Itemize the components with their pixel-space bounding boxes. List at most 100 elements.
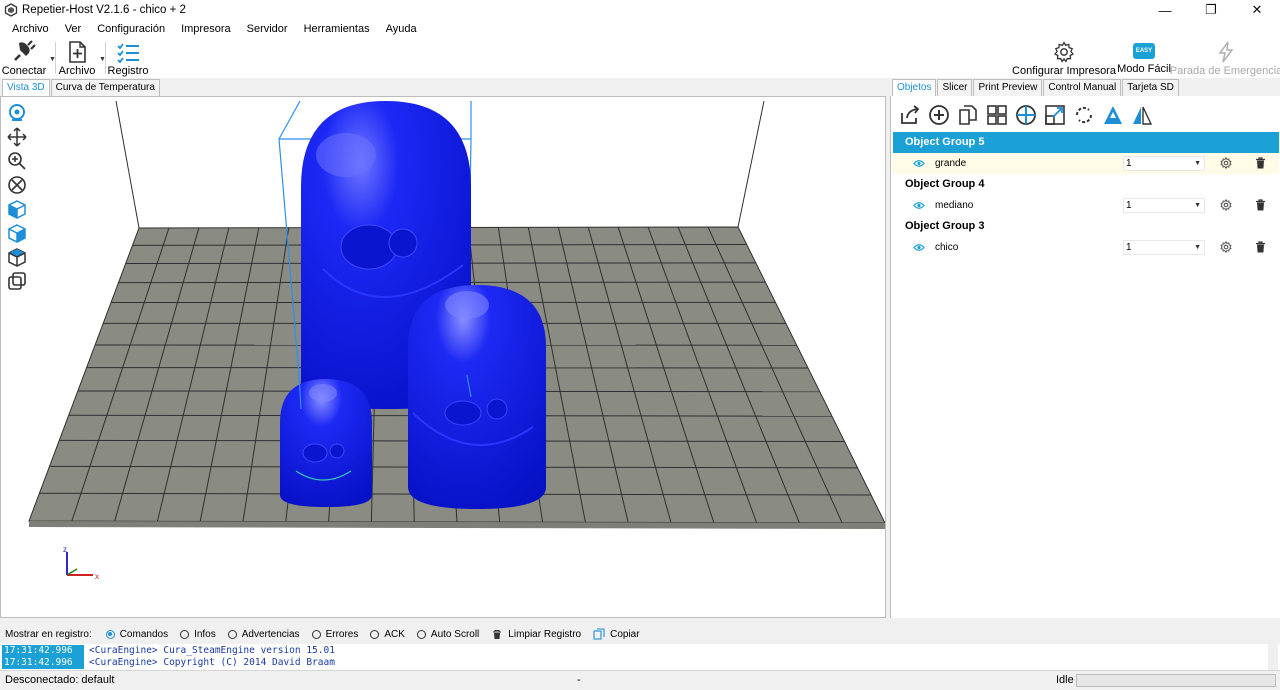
- copy-log-button[interactable]: Copiar: [593, 628, 640, 640]
- toolbar-separator: [105, 42, 106, 74]
- tab-objects[interactable]: Objetos: [892, 79, 937, 96]
- easy-badge-text: EASY: [1135, 48, 1153, 54]
- radio-off-icon: [311, 629, 321, 639]
- log-button[interactable]: Registro: [108, 38, 148, 78]
- object-row-mediano[interactable]: mediano 1 ▼: [893, 195, 1279, 216]
- tab-print-preview[interactable]: Print Preview: [973, 79, 1043, 96]
- object-group-3[interactable]: Object Group 3: [893, 216, 1279, 237]
- radio-off-icon: [227, 629, 237, 639]
- right-panel-tabs: Objetos Slicer Print Preview Control Man…: [892, 79, 1180, 96]
- log-option-label: Comandos: [119, 628, 169, 640]
- cut-object-button[interactable]: [1098, 102, 1127, 128]
- mirror-object-button[interactable]: [1127, 102, 1156, 128]
- move-icon: [7, 127, 27, 147]
- log-option-errors[interactable]: Errores: [311, 629, 358, 640]
- zoom-view-button[interactable]: [6, 149, 28, 173]
- repetier-logo-icon: [4, 3, 18, 17]
- emergency-stop-button[interactable]: Parada de Emergencia: [1170, 38, 1280, 78]
- log-option-label: Advertencias: [241, 628, 300, 640]
- gear-icon[interactable]: [1220, 241, 1232, 253]
- model-mediano[interactable]: [408, 285, 546, 509]
- move-view-button[interactable]: [6, 125, 28, 149]
- menu-herramientas[interactable]: Herramientas: [296, 23, 378, 35]
- object-group-5[interactable]: Object Group 5: [893, 132, 1279, 153]
- log-option-ack[interactable]: ACK: [370, 629, 405, 640]
- connect-button[interactable]: Conectar: [2, 38, 46, 78]
- minimize-button[interactable]: —: [1142, 0, 1188, 20]
- printer-settings-button[interactable]: Configurar Impresora: [1012, 38, 1116, 78]
- status-bar: Desconectado: default - Idle: [0, 670, 1280, 690]
- object-name: chico: [935, 242, 959, 253]
- radio-off-icon: [370, 629, 380, 639]
- toggle-view-button[interactable]: [6, 269, 28, 293]
- emergency-stop-label: Parada de Emergencia: [1169, 65, 1280, 77]
- top-view-button[interactable]: [6, 245, 28, 269]
- menu-servidor[interactable]: Servidor: [239, 23, 296, 35]
- scale-object-button[interactable]: [1040, 102, 1069, 128]
- center-object-button[interactable]: [1011, 102, 1040, 128]
- trash-icon[interactable]: [1255, 157, 1266, 169]
- eye-icon[interactable]: [913, 201, 925, 210]
- object-row-chico[interactable]: chico 1 ▼: [893, 237, 1279, 258]
- eye-icon[interactable]: [913, 243, 925, 252]
- object-copies-value: 1: [1126, 200, 1132, 211]
- autoposition-button[interactable]: [982, 102, 1011, 128]
- object-copies-select[interactable]: 1 ▼: [1123, 240, 1205, 255]
- menu-configuracion[interactable]: Configuración: [89, 23, 173, 35]
- eye-icon[interactable]: [913, 159, 925, 168]
- object-group-4[interactable]: Object Group 4: [893, 174, 1279, 195]
- log-option-warnings[interactable]: Advertencias: [227, 628, 300, 640]
- printer-settings-label: Configurar Impresora: [1012, 65, 1116, 77]
- log-option-label: ACK: [384, 628, 405, 640]
- rotate-object-button[interactable]: [1069, 102, 1098, 128]
- fit-view-button[interactable]: [6, 173, 28, 197]
- menu-ayuda[interactable]: Ayuda: [378, 23, 425, 35]
- file-button[interactable]: Archivo: [58, 38, 96, 78]
- object-copies-select[interactable]: 1 ▼: [1123, 156, 1205, 171]
- tab-sd-card[interactable]: Tarjeta SD: [1122, 79, 1179, 96]
- 3d-scene[interactable]: z x: [1, 97, 886, 618]
- axis-indicator: z x: [63, 545, 99, 581]
- close-button[interactable]: ✕: [1234, 0, 1280, 20]
- log-message: <CuraEngine> Cura_SteamEngine version 15…: [89, 645, 335, 656]
- menu-impresora[interactable]: Impresora: [173, 23, 239, 35]
- gear-icon[interactable]: [1220, 199, 1232, 211]
- log-option-commands[interactable]: Comandos: [105, 628, 169, 640]
- log-output[interactable]: 17:31:42.996 <CuraEngine> Cura_SteamEngi…: [0, 644, 1280, 670]
- model-chico[interactable]: [280, 379, 372, 507]
- 3d-viewport[interactable]: z x: [0, 96, 886, 618]
- tab-slicer[interactable]: Slicer: [937, 79, 973, 96]
- menu-archivo[interactable]: Archivo: [4, 23, 57, 35]
- side-view-button[interactable]: [6, 221, 28, 245]
- tab-temperature-curve[interactable]: Curva de Temperatura: [50, 79, 160, 96]
- tab-manual-control[interactable]: Control Manual: [1043, 79, 1122, 96]
- log-scrollbar[interactable]: [1268, 644, 1278, 670]
- object-name: grande: [935, 158, 967, 169]
- log-option-infos[interactable]: Infos: [180, 629, 216, 640]
- restore-button[interactable]: ❐: [1188, 0, 1234, 20]
- axis-x-label: x: [95, 572, 99, 581]
- easy-mode-label: Modo Fácil: [1117, 63, 1171, 75]
- tab-3d-view[interactable]: Vista 3D: [2, 79, 50, 96]
- export-button[interactable]: [895, 102, 924, 128]
- add-object-button[interactable]: [924, 102, 953, 128]
- trash-icon[interactable]: [1255, 241, 1266, 253]
- menu-ver[interactable]: Ver: [57, 23, 90, 35]
- gear-icon[interactable]: [1220, 157, 1232, 169]
- mirror-icon: [1132, 106, 1152, 125]
- toolbar-separator: [55, 42, 56, 74]
- cube-side-icon: [8, 224, 26, 243]
- radio-off-icon: [180, 629, 190, 639]
- iso-view-button[interactable]: [6, 197, 28, 221]
- object-copies-select[interactable]: 1 ▼: [1123, 198, 1205, 213]
- chevron-down-icon: ▼: [1194, 202, 1201, 209]
- clear-log-button[interactable]: Limpiar Registro: [491, 628, 581, 640]
- copy-object-button[interactable]: [953, 102, 982, 128]
- trash-icon[interactable]: [1255, 199, 1266, 211]
- rotate-view-button[interactable]: [6, 101, 28, 125]
- log-filter-label: Mostrar en registro:: [5, 628, 92, 640]
- object-row-grande[interactable]: grande 1 ▼: [893, 153, 1279, 174]
- log-option-autoscroll[interactable]: Auto Scroll: [416, 629, 479, 640]
- easy-mode-button[interactable]: EASY Modo Fácil: [1117, 38, 1171, 78]
- log-filter-bar: Mostrar en registro: Comandos Infos Adve…: [0, 624, 1280, 644]
